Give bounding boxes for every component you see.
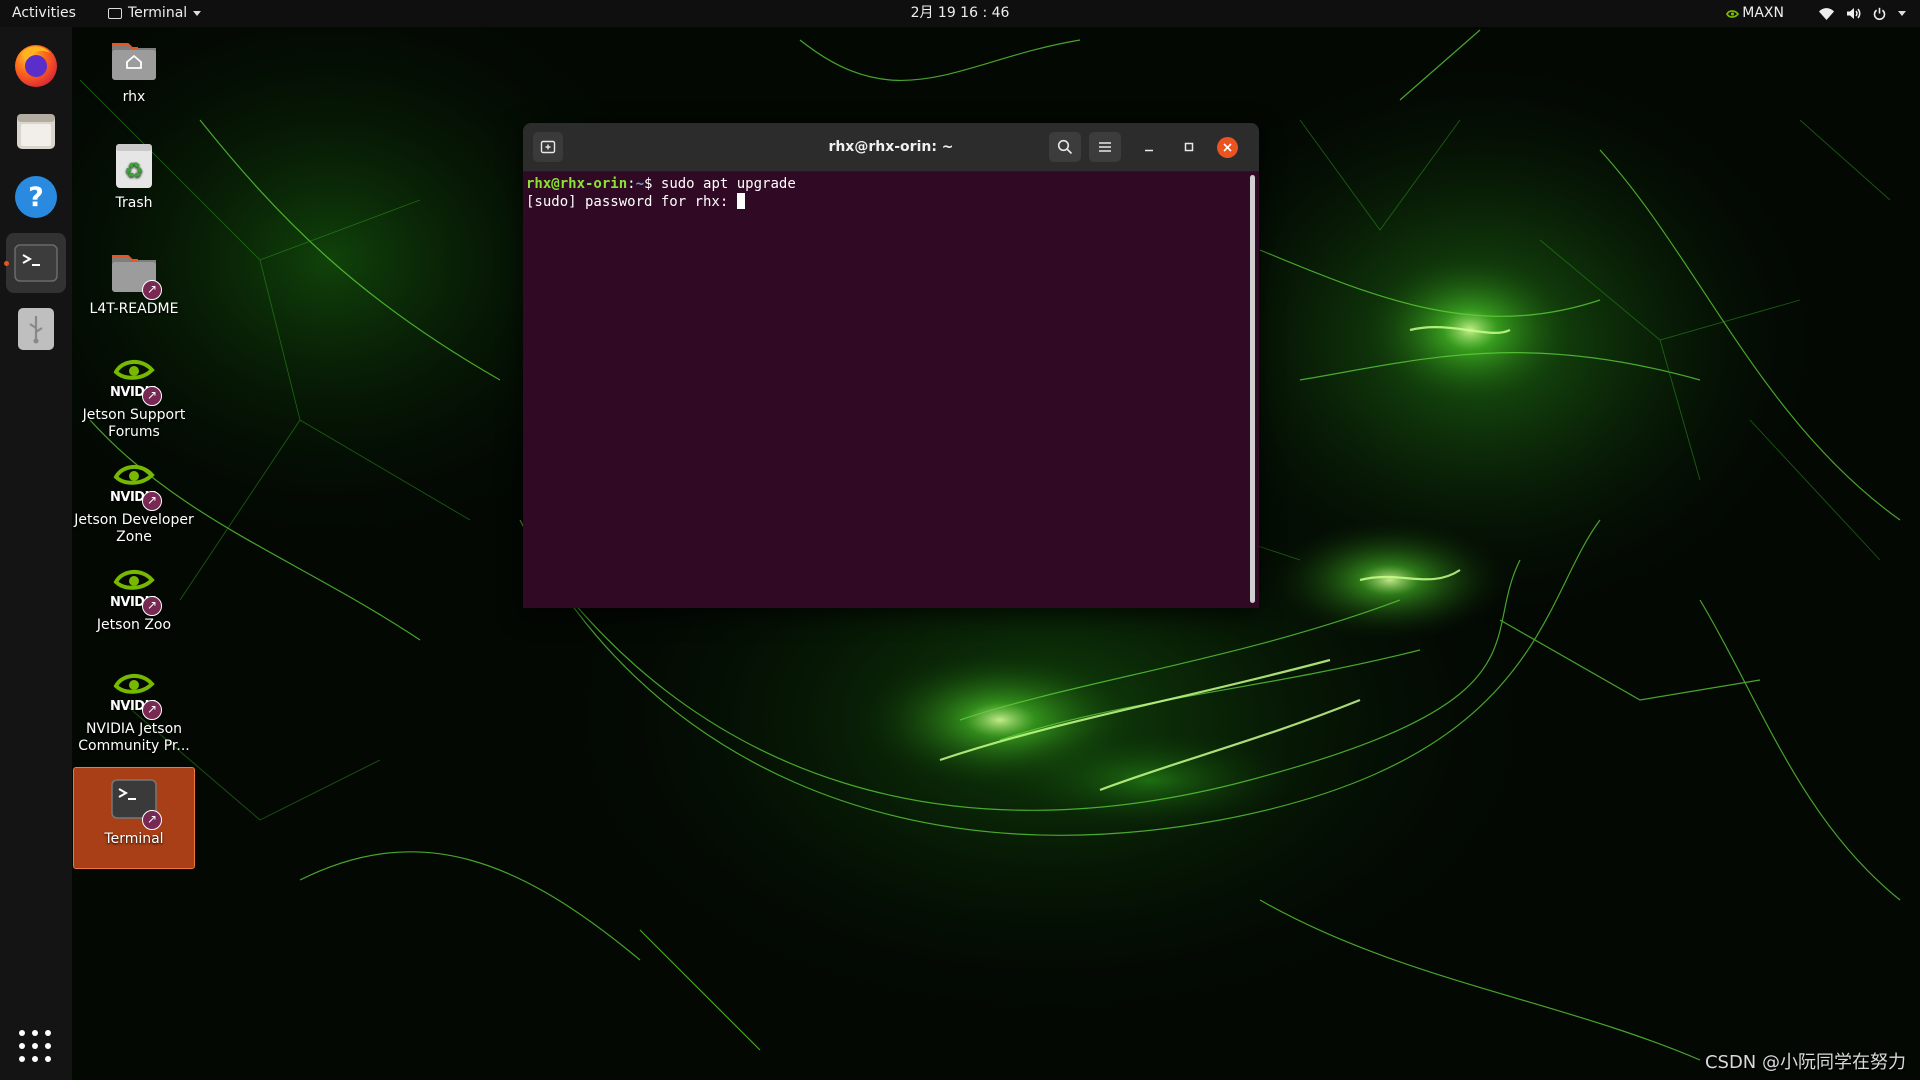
terminal-icon xyxy=(108,8,122,19)
show-applications-button[interactable] xyxy=(19,1030,51,1062)
chevron-down-icon xyxy=(1898,11,1906,16)
app-grid-dot xyxy=(45,1056,51,1062)
clock[interactable]: 2月 19 16 : 46 xyxy=(911,5,1010,21)
new-tab-button[interactable] xyxy=(533,132,563,162)
desktop-icon-label: Jetson Support Forums xyxy=(82,407,186,440)
link-arrow-icon: ↗ xyxy=(142,280,162,300)
hamburger-icon xyxy=(1099,142,1111,152)
terminal-output[interactable]: rhx@rhx-orin:~$ sudo apt upgrade [sudo] … xyxy=(526,175,1242,605)
dock-item-files[interactable] xyxy=(6,101,66,161)
desktop-icon-nvidia-jetson-community[interactable]: NVIDIA ↗ NVIDIA Jetson Community Pr... xyxy=(73,666,195,755)
desktop-icon-label: Trash xyxy=(115,195,153,211)
desktop-icon-jetson-zoo[interactable]: NVIDIA ↗ Jetson Zoo xyxy=(73,562,195,634)
terminal-line: rhx@rhx-orin:~$ sudo apt upgrade xyxy=(526,175,1242,193)
desktop-icon-label: Terminal xyxy=(104,831,164,847)
close-button[interactable] xyxy=(1217,137,1238,158)
app-grid-dot xyxy=(45,1043,51,1049)
link-arrow-icon: ↗ xyxy=(142,596,162,616)
folder-link-icon: ↗ xyxy=(108,246,162,300)
app-grid-dot xyxy=(32,1030,38,1036)
firefox-icon xyxy=(15,45,57,87)
terminal-icon xyxy=(14,244,58,282)
app-grid-dot xyxy=(45,1030,51,1036)
nvidia-icon: NVIDIA ↗ xyxy=(108,666,162,720)
running-indicator xyxy=(4,261,9,266)
prompt-separator: : xyxy=(627,176,636,192)
app-grid-dot xyxy=(32,1043,38,1049)
terminal-line: [sudo] password for rhx: xyxy=(526,193,1242,211)
hamburger-menu-button[interactable] xyxy=(1089,132,1121,162)
usb-icon xyxy=(18,308,54,350)
link-arrow-icon: ↗ xyxy=(142,810,162,830)
desktop-icon-l4t-readme[interactable]: ↗ L4T-README xyxy=(73,246,195,318)
prompt-path: ~ xyxy=(635,176,645,192)
text-cursor xyxy=(736,193,745,209)
desktop-icon-label: rhx xyxy=(122,89,146,105)
desktop-icon-jetson-developer-zone[interactable]: NVIDIA ↗ Jetson Developer Zone xyxy=(73,457,195,546)
sudo-password-prompt: [sudo] password for rhx: xyxy=(526,194,737,210)
dock: ? xyxy=(0,27,72,1080)
chevron-down-icon xyxy=(193,11,202,16)
desktop-icon-jetson-support-forums[interactable]: NVIDIA ↗ Jetson Support Forums xyxy=(73,352,195,441)
top-bar: Activities Terminal 2月 19 16 : 46 MAXN xyxy=(0,0,1920,27)
terminal-icon: ↗ xyxy=(108,776,162,830)
search-button[interactable] xyxy=(1049,132,1081,162)
desktop-icon-label: Jetson Zoo xyxy=(96,617,172,633)
minimize-icon xyxy=(1145,149,1153,152)
power-mode-label: MAXN xyxy=(1742,5,1784,21)
maximize-button[interactable] xyxy=(1177,135,1201,159)
app-grid-dot xyxy=(19,1043,25,1049)
dock-item-terminal[interactable] xyxy=(4,233,66,293)
app-menu-button[interactable]: Terminal xyxy=(108,0,202,27)
prompt-symbol: $ xyxy=(644,176,661,192)
link-arrow-icon: ↗ xyxy=(142,386,162,406)
power-icon xyxy=(1873,7,1886,20)
desktop-icon-label: Jetson Developer Zone xyxy=(74,512,194,545)
dock-item-help[interactable]: ? xyxy=(6,167,66,227)
svg-text:♻: ♻ xyxy=(124,159,144,184)
search-icon xyxy=(1057,139,1073,155)
minimize-button[interactable] xyxy=(1137,135,1161,159)
power-mode-indicator[interactable]: MAXN xyxy=(1726,0,1784,27)
nvidia-icon xyxy=(1726,9,1740,18)
trash-icon: ♻ xyxy=(108,140,160,192)
system-tray[interactable] xyxy=(1819,0,1906,27)
desktop-icon-trash[interactable]: ♻ Trash xyxy=(73,140,195,212)
close-icon xyxy=(1223,143,1232,152)
activities-button[interactable]: Activities xyxy=(12,0,76,27)
desktop-icon-home[interactable]: rhx xyxy=(73,34,195,106)
nvidia-icon: NVIDIA ↗ xyxy=(108,562,162,616)
help-icon: ? xyxy=(15,176,57,218)
app-grid-icon xyxy=(19,1030,25,1036)
app-grid-dot xyxy=(19,1056,25,1062)
dock-item-usb[interactable] xyxy=(6,299,66,359)
link-arrow-icon: ↗ xyxy=(142,491,162,511)
terminal-window[interactable]: rhx@rhx-orin: ~ rhx@rhx-orin:~$ sudo apt… xyxy=(523,123,1259,608)
command-text: sudo apt upgrade xyxy=(660,176,796,192)
svg-text:?: ? xyxy=(28,182,44,213)
app-menu-label: Terminal xyxy=(128,5,188,21)
desktop-icon-terminal[interactable]: ↗ Terminal xyxy=(73,767,195,869)
terminal-scrollbar[interactable] xyxy=(1250,175,1255,603)
terminal-headerbar[interactable]: rhx@rhx-orin: ~ xyxy=(523,123,1259,172)
nvidia-icon: NVIDIA ↗ xyxy=(108,352,162,406)
home-folder-icon xyxy=(108,34,160,86)
app-grid-dot xyxy=(32,1056,38,1062)
desktop-icon-label: NVIDIA Jetson Community Pr... xyxy=(78,721,190,754)
link-arrow-icon: ↗ xyxy=(142,700,162,720)
wifi-icon xyxy=(1819,7,1834,20)
dock-item-firefox[interactable] xyxy=(6,35,66,95)
volume-icon xyxy=(1847,8,1861,19)
files-icon xyxy=(17,114,55,149)
desktop-icon-label: L4T-README xyxy=(89,301,179,317)
prompt-user: rhx@rhx-orin xyxy=(526,176,628,192)
new-tab-icon xyxy=(540,140,556,154)
maximize-icon xyxy=(1184,142,1194,152)
nvidia-icon: NVIDIA ↗ xyxy=(108,457,162,511)
watermark: CSDN @小阮同学在努力 xyxy=(1704,1052,1906,1073)
